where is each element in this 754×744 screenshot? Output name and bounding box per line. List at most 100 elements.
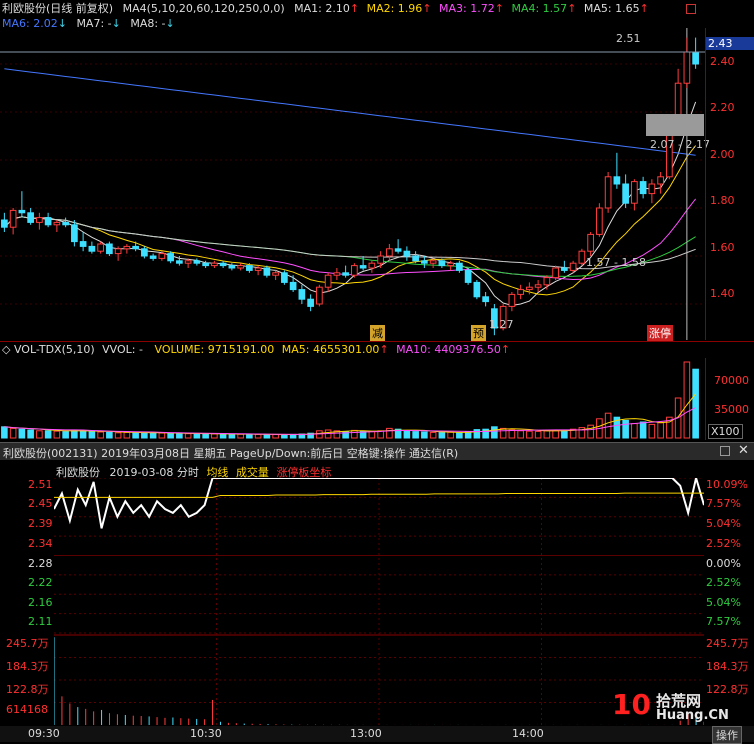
candle-body: [333, 272, 341, 276]
intra-left-tick-0: 2.51: [28, 478, 53, 491]
intra-left-tick-3: 2.34: [28, 537, 53, 550]
candle-body: [377, 255, 384, 264]
volume-bar: [351, 429, 358, 439]
intra-vol-tick-1: 184.3万: [6, 660, 49, 673]
candle-body: [526, 286, 533, 291]
candle-body: [254, 267, 262, 271]
volume-bar: [561, 429, 568, 439]
candle-body: [71, 224, 78, 243]
volume-bar: [281, 434, 288, 439]
volume-bar: [534, 430, 542, 439]
candle-body: [421, 260, 428, 264]
candle-body: [561, 267, 568, 271]
candle-body: [27, 212, 34, 223]
volume-bar: [499, 427, 507, 439]
candle-body: [403, 250, 411, 257]
volume-bar: [272, 434, 279, 439]
candle-body: [438, 260, 446, 267]
volume-bar: [692, 368, 699, 439]
volume-bar: [622, 419, 629, 439]
high-label: 2.51: [616, 32, 641, 45]
volume-value: VOLUME: 9715191.00: [154, 343, 275, 356]
tag-jian[interactable]: 减: [370, 325, 385, 341]
volume-bar: [421, 431, 428, 439]
volume-bar: [517, 430, 524, 439]
intraday-chart: [54, 478, 704, 726]
intra-right-tick-1: 7.57%: [706, 497, 741, 510]
candle-body: [447, 262, 454, 267]
volume-bar: [631, 423, 638, 439]
volume-bar: [18, 428, 26, 439]
kline-y-axis: 2.43 2.40 2.20 2.00 1.80 1.60 1.40: [705, 28, 754, 340]
volume-bar: [438, 432, 446, 439]
maximize-icon[interactable]: [686, 4, 696, 14]
kline-header: 利欧股份(日线 前复权) MA4(5,10,20,60,120,250,0,0)…: [2, 2, 649, 16]
volume-bar: [219, 433, 227, 439]
candle-body: [167, 253, 174, 262]
candle-body: [517, 289, 524, 295]
intra-right-tick-0: 10.09%: [706, 478, 748, 491]
volume-bar: [587, 424, 594, 439]
candle-body: [351, 265, 358, 276]
volume-bar: [473, 429, 481, 439]
watermark: 10 拾荒网 Huang.CN: [612, 688, 742, 728]
candle-body: [683, 51, 691, 84]
restore-icon[interactable]: [720, 446, 730, 456]
intraday-title: 利欧股份(002131) 2019年03月08日 星期五 PageUp/Down…: [3, 447, 459, 460]
ma1-arrow: ↑: [349, 2, 360, 15]
volume-y-axis: 70000 35000 X100: [705, 358, 754, 440]
candle-body: [228, 265, 236, 269]
ma2-label: MA2: 1.96: [366, 2, 423, 15]
candle-body: [596, 207, 603, 235]
candle-body: [631, 181, 638, 204]
candle-body: [316, 286, 323, 305]
candle-body: [202, 262, 209, 267]
volume-bar: [97, 431, 104, 439]
volume-ma5: MA5: 4655301.00: [281, 343, 380, 356]
close-icon[interactable]: ✕: [738, 443, 749, 458]
volume-bar: [62, 431, 69, 439]
y-tick-220: 2.20: [710, 101, 735, 114]
candle-body: [263, 267, 271, 276]
candle-body: [44, 217, 52, 226]
candle-body: [88, 245, 96, 252]
action-button[interactable]: 操作: [712, 726, 742, 744]
volume-bar: [604, 412, 612, 439]
volume-bar: [368, 431, 376, 439]
candle-body: [368, 262, 376, 269]
candle-body: [62, 221, 69, 226]
intra-right-tick-2: 5.04%: [706, 517, 741, 530]
candle-body: [622, 183, 629, 204]
y-tick-240: 2.40: [710, 55, 735, 68]
tag-yu[interactable]: 预: [471, 325, 486, 341]
volume-bar: [211, 433, 218, 439]
candle-body: [464, 269, 472, 283]
intra-right-tick-7: 7.57%: [706, 615, 741, 628]
candle-body: [543, 277, 551, 286]
volume-bar: [114, 432, 122, 439]
candle-body: [569, 262, 577, 271]
volume-title: VOL-TDX(5,10): [13, 343, 95, 356]
candle-body: [9, 209, 17, 228]
volume-bar: [53, 430, 61, 439]
candle-body: [412, 255, 419, 262]
volume-bar: [132, 432, 139, 439]
ma3-arrow: ↑: [494, 2, 504, 15]
ma5-arrow: ↑: [639, 2, 649, 15]
volume-ma-line: [4, 393, 697, 435]
volume-bar: [141, 432, 148, 439]
time-axis-bar: 09:30 10:30 13:00 14:00 操作: [0, 726, 754, 744]
candle-body: [184, 260, 192, 264]
y-tick-200: 2.00: [710, 148, 735, 161]
candle-body: [342, 272, 349, 276]
volume-bar: [683, 361, 691, 439]
candle-body: [1, 219, 8, 228]
candle-body: [53, 221, 61, 226]
ma5-label: MA5: 1.65: [583, 2, 640, 15]
volume-expand-icon[interactable]: ◇: [2, 343, 10, 356]
gap-zone-box: [646, 114, 704, 136]
candle-body: [359, 265, 367, 269]
volume-bar: [193, 433, 201, 439]
tag-zhangting[interactable]: 涨停: [647, 325, 673, 341]
volume-bar: [106, 431, 113, 439]
